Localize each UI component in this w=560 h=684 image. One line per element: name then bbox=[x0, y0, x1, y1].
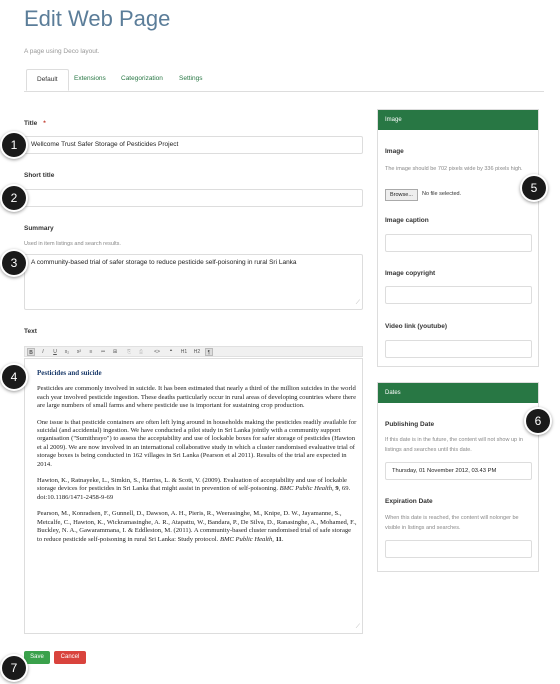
heading2-icon[interactable]: H2 bbox=[192, 348, 202, 356]
required-marker: * bbox=[43, 120, 46, 127]
tab-categorization[interactable]: Categorization bbox=[111, 69, 173, 89]
editor-heading: Pesticides and suicide bbox=[37, 369, 102, 377]
title-label-text: Title bbox=[24, 120, 38, 127]
editor-paragraph: One issue is that pesticide containers a… bbox=[37, 418, 357, 468]
publishing-date-label: Publishing Date bbox=[385, 421, 435, 428]
underline-icon[interactable]: U bbox=[51, 348, 59, 356]
image-caption-input[interactable] bbox=[385, 234, 532, 252]
page-title: Edit Web Page bbox=[24, 6, 171, 31]
dates-panel: Dates Publishing Date If this date is in… bbox=[377, 382, 539, 572]
cancel-button[interactable]: Cancel bbox=[54, 651, 86, 664]
editor-content: Pesticides and suicide Pesticides are co… bbox=[37, 369, 357, 552]
save-button[interactable]: Save bbox=[24, 651, 50, 664]
callout-marker-2: 2 bbox=[2, 186, 26, 210]
summary-label: Summary bbox=[24, 225, 54, 232]
bold-icon[interactable]: B bbox=[27, 348, 35, 356]
resize-handle-icon[interactable]: ⟋ bbox=[356, 300, 360, 307]
image-panel-header: Image bbox=[378, 110, 538, 130]
callout-marker-3: 3 bbox=[2, 251, 26, 275]
code-icon[interactable]: <> bbox=[151, 348, 163, 356]
editor-paragraph: Pesticides are commonly involved in suic… bbox=[37, 385, 356, 410]
summary-text: A community-based trial of safer storage… bbox=[31, 259, 297, 266]
table-icon[interactable]: ⊞ bbox=[111, 348, 119, 356]
reference-1-journal: BMC Public Health, bbox=[279, 485, 334, 493]
publishing-date-help: If this date is in the future, the conte… bbox=[385, 437, 523, 453]
image-copyright-label: Image copyright bbox=[385, 270, 436, 277]
link-icon[interactable]: ⎘ bbox=[125, 348, 133, 356]
reference-2-text: Pearson, M., Konradsen, F., Gunnell, D.,… bbox=[37, 510, 357, 543]
expiration-date-input[interactable] bbox=[385, 540, 532, 558]
numbered-list-icon[interactable]: ≔ bbox=[99, 348, 107, 356]
video-link-label: Video link (youtube) bbox=[385, 323, 447, 330]
tab-extensions[interactable]: Extensions bbox=[64, 69, 116, 89]
paragraph-icon[interactable]: ¶ bbox=[205, 348, 213, 356]
page-subtitle: A page using Deco layout. bbox=[24, 48, 100, 55]
tab-settings[interactable]: Settings bbox=[169, 69, 213, 89]
editor-toolbar: B I U x₂ x² ≡ ≔ ⊞ ⎘ ⎙ <> ❝ H1 H2 ¶ bbox=[24, 346, 363, 357]
no-file-text: No file selected. bbox=[422, 191, 462, 197]
callout-marker-1: 1 bbox=[2, 133, 26, 157]
browse-button[interactable]: Browse... bbox=[385, 189, 418, 201]
short-title-label: Short title bbox=[24, 172, 55, 179]
reference-2: Pearson, M., Konradsen, F., Gunnell, D.,… bbox=[37, 510, 357, 544]
text-label: Text bbox=[24, 328, 37, 335]
expiration-date-help: When this date is reached, the content w… bbox=[385, 515, 519, 531]
callout-marker-4: 4 bbox=[2, 365, 26, 389]
tab-default[interactable]: Default bbox=[26, 69, 69, 91]
image-help: The image should be 702 pixels wide by 3… bbox=[385, 166, 523, 172]
publishing-date-input[interactable]: Thursday, 01 November 2012, 03.43 PM bbox=[385, 462, 532, 480]
expiration-date-label: Expiration Date bbox=[385, 498, 433, 505]
italic-icon[interactable]: I bbox=[39, 348, 47, 356]
image-caption-label: Image caption bbox=[385, 217, 429, 224]
callout-marker-5: 5 bbox=[522, 176, 546, 200]
callout-marker-7: 7 bbox=[2, 656, 26, 680]
video-link-input[interactable] bbox=[385, 340, 532, 358]
title-label: Title * bbox=[24, 120, 46, 127]
resize-handle-icon[interactable]: ⟋ bbox=[356, 624, 360, 631]
subscript-icon[interactable]: x₂ bbox=[63, 348, 71, 356]
reference-2-volume: 11 bbox=[273, 535, 282, 543]
image-panel: Image Image The image should be 702 pixe… bbox=[377, 109, 539, 367]
heading1-icon[interactable]: H1 bbox=[179, 348, 189, 356]
callout-marker-6: 6 bbox=[526, 409, 550, 433]
reference-2-journal: BMC Public Health, bbox=[219, 535, 274, 543]
reference-1: Hawton, K., Ratnayeke, L., Simkin, S., H… bbox=[37, 477, 357, 502]
reference-2-rest: . bbox=[281, 535, 284, 543]
summary-help: Used in item listings and search results… bbox=[24, 241, 121, 247]
tab-bar: Default Extensions Categorization Settin… bbox=[24, 69, 544, 92]
rich-text-editor[interactable]: Pesticides and suicide Pesticides are co… bbox=[24, 358, 363, 634]
image-label: Image bbox=[385, 148, 404, 155]
superscript-icon[interactable]: x² bbox=[75, 348, 83, 356]
bullet-list-icon[interactable]: ≡ bbox=[87, 348, 95, 356]
dates-panel-header: Dates bbox=[378, 383, 538, 403]
title-input[interactable]: Wellcome Trust Safer Storage of Pesticid… bbox=[24, 136, 363, 154]
short-title-input[interactable] bbox=[24, 189, 363, 207]
quote-icon[interactable]: ❝ bbox=[167, 348, 175, 356]
unlink-icon[interactable]: ⎙ bbox=[137, 348, 145, 356]
summary-textarea[interactable]: A community-based trial of safer storage… bbox=[24, 254, 363, 310]
image-copyright-input[interactable] bbox=[385, 286, 532, 304]
